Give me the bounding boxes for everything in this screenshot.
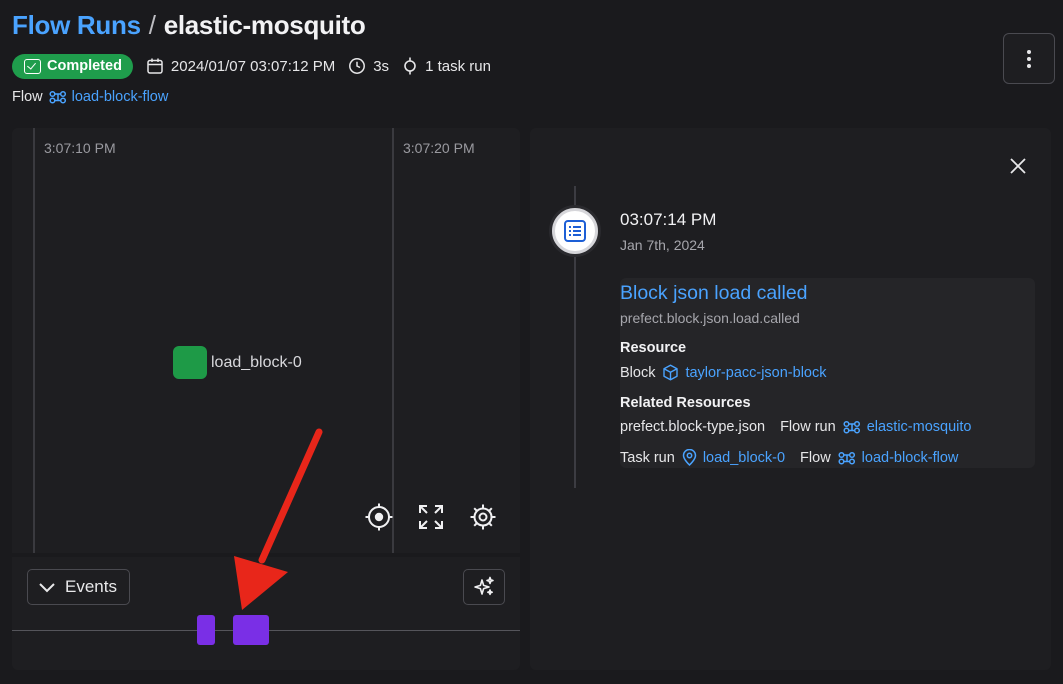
duration-text: 3s	[373, 57, 390, 75]
task-run-count: 1 task run	[402, 57, 491, 75]
time-label: 3:07:20 PM	[403, 140, 475, 156]
event-card: Block json load called prefect.block.jso…	[620, 278, 1035, 468]
recenter-button[interactable]	[364, 502, 394, 532]
event-type-icon	[552, 208, 598, 254]
time-gridline	[392, 128, 394, 553]
start-time-text: 2024/01/07 03:07:12 PM	[170, 57, 336, 75]
page-header: Flow Runs / elastic-mosquito Completed 2…	[12, 10, 1055, 120]
related-flow-run-link[interactable]: elastic-mosquito	[843, 419, 972, 435]
task-run-node-label: load_block-0	[211, 353, 302, 371]
event-date: Jan 7th, 2024	[620, 237, 705, 253]
page-title: elastic-mosquito	[163, 10, 366, 40]
flow-run-icon	[843, 420, 860, 434]
event-marker[interactable]	[197, 615, 215, 645]
status-badge: Completed	[12, 53, 133, 79]
related-task-run-link[interactable]: load_block-0	[682, 449, 785, 466]
close-button[interactable]	[1007, 155, 1029, 177]
related-task-run-name: load_block-0	[702, 449, 786, 466]
check-square-icon	[24, 58, 41, 74]
events-toggle-button[interactable]: Events	[27, 569, 130, 605]
block-type-tag[interactable]: prefect.block-type.json	[620, 419, 765, 435]
time-gridline	[33, 128, 35, 553]
resource-row: Block taylor-pacc-json-block	[620, 364, 827, 381]
calendar-icon	[147, 58, 163, 74]
settings-gear-icon	[470, 504, 496, 530]
start-time: 2024/01/07 03:07:12 PM	[146, 57, 335, 75]
chevron-down-icon	[39, 583, 55, 593]
location-pin-icon	[682, 449, 697, 466]
sparkles-icon	[474, 576, 494, 596]
flow-name: load-block-flow	[71, 89, 169, 105]
task-run-count-text: 1 task run	[425, 57, 491, 75]
event-name: prefect.block.json.load.called	[620, 310, 800, 326]
related-row: prefect.block-type.json Flow run elastic…	[620, 419, 971, 435]
resource-name: taylor-pacc-json-block	[685, 364, 827, 381]
list-icon	[564, 220, 586, 242]
block-cube-icon	[663, 364, 679, 381]
breadcrumb-flow-runs-link[interactable]: Flow Runs	[12, 10, 141, 41]
fullscreen-button[interactable]	[416, 502, 446, 532]
flow-run-label: Flow run	[780, 419, 836, 435]
run-meta: Completed 2024/01/07 03:07:12 PM 3s 1 ta…	[12, 53, 491, 79]
fullscreen-icon	[419, 505, 443, 529]
close-icon	[1010, 158, 1026, 174]
task-run-icon	[404, 57, 416, 75]
events-timeline: Events	[12, 557, 520, 670]
related-resources-heading: Related Resources	[620, 395, 751, 411]
flow-link[interactable]: load-block-flow	[49, 89, 169, 105]
event-time: 03:07:14 PM	[620, 210, 717, 229]
event-detail-panel: 03:07:14 PM Jan 7th, 2024 Block json loa…	[530, 128, 1051, 670]
related-flow-link[interactable]: load-block-flow	[838, 449, 959, 466]
clock-icon	[349, 58, 366, 74]
kebab-menu-icon	[1027, 49, 1031, 54]
event-filter-button[interactable]	[463, 569, 505, 605]
flow-label: Flow	[12, 89, 43, 105]
task-run-label: Task run	[620, 449, 675, 466]
kebab-dot	[1027, 63, 1031, 68]
breadcrumb-separator: /	[148, 10, 156, 40]
task-run-node-box	[173, 346, 207, 379]
breadcrumb: Flow Runs / elastic-mosquito	[12, 10, 366, 41]
status-label: Completed	[47, 58, 122, 74]
event-marker-selected[interactable]	[233, 615, 269, 645]
duration: 3s	[348, 57, 389, 75]
recenter-icon	[365, 503, 393, 531]
related-row: Task run load_block-0 Flow load-block-fl…	[620, 449, 958, 466]
time-label: 3:07:10 PM	[44, 140, 116, 156]
resource-heading: Resource	[620, 340, 687, 356]
event-title-link[interactable]: Block json load called	[620, 282, 808, 305]
graph-toolbar	[364, 502, 498, 532]
task-run-node[interactable]: load_block-0	[173, 346, 302, 379]
flow-icon	[49, 90, 66, 104]
graph-settings-button[interactable]	[468, 502, 498, 532]
kebab-dot	[1027, 56, 1031, 61]
resource-link[interactable]: taylor-pacc-json-block	[662, 364, 827, 381]
flow-run-graph[interactable]: 3:07:10 PM 3:07:20 PM load_block-0	[12, 128, 520, 553]
flow-info: Flow load-block-flow	[12, 89, 168, 105]
flow-icon	[838, 451, 855, 465]
resource-kind: Block	[620, 364, 656, 381]
related-flow-run-name: elastic-mosquito	[866, 419, 972, 435]
related-flow-name: load-block-flow	[861, 449, 959, 466]
more-actions-button[interactable]	[1003, 33, 1055, 84]
events-toggle-label: Events	[65, 577, 117, 596]
related-flow-label: Flow	[800, 449, 831, 466]
